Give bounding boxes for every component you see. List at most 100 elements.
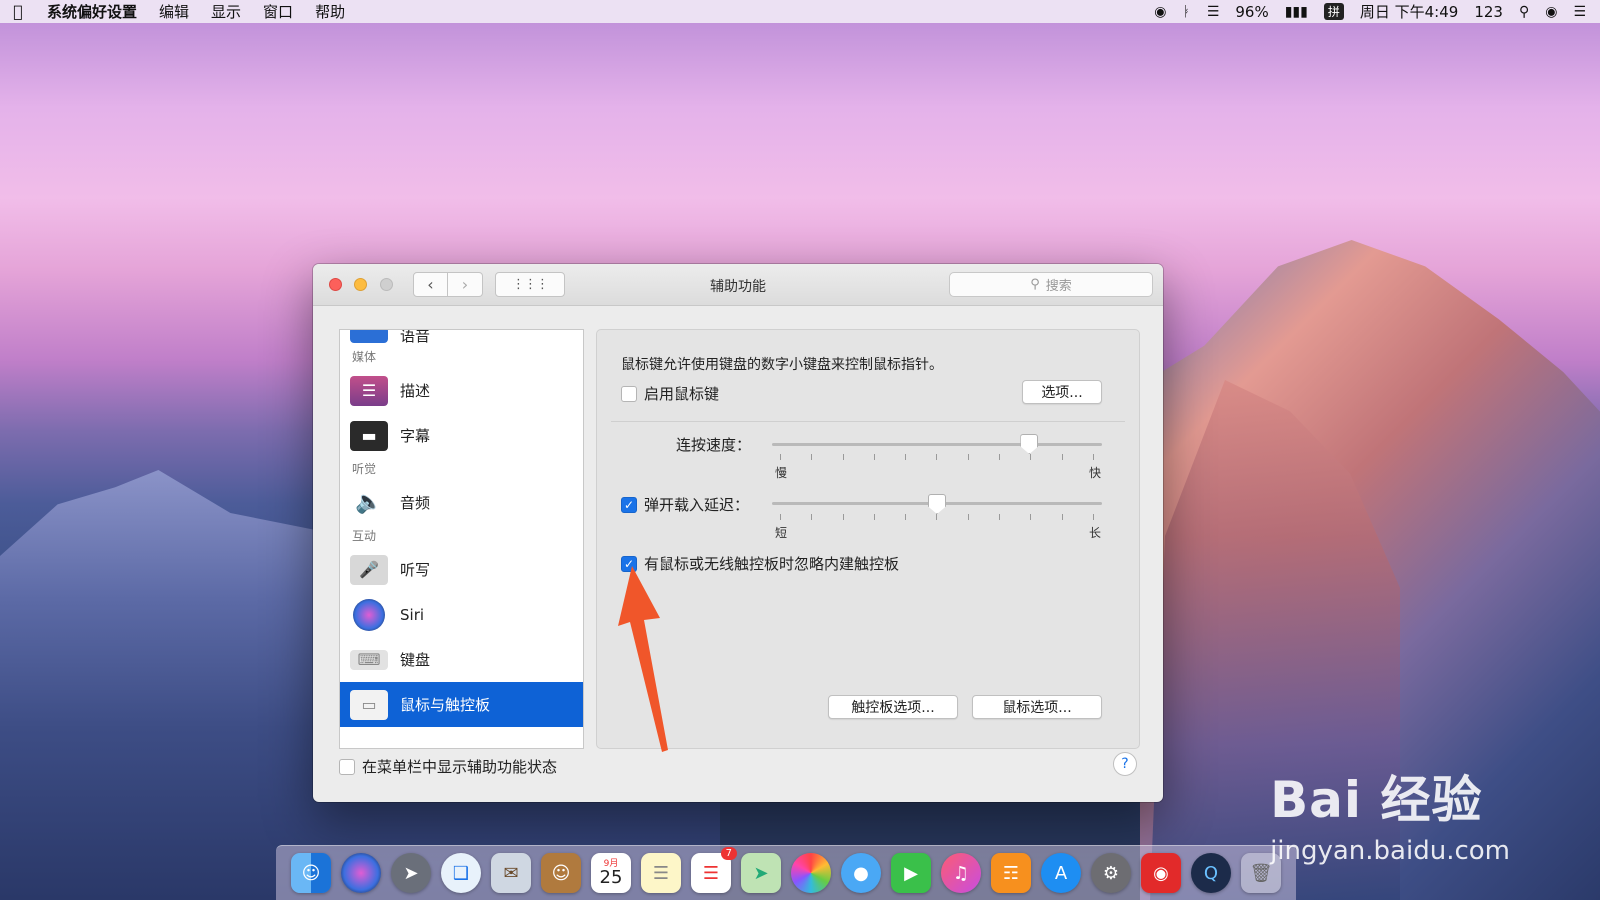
repeat-speed-slider-track[interactable] [772, 443, 1102, 446]
section-hearing: 听觉 [352, 462, 377, 476]
spotlight-search-icon[interactable]: ⚲ [1519, 4, 1529, 20]
books-icon[interactable]: ☶ [991, 853, 1031, 893]
launchpad-icon[interactable]: ➤ [391, 853, 431, 893]
battery-icon[interactable]: ▮▮▮ [1285, 4, 1308, 20]
photos-icon[interactable] [791, 853, 831, 893]
sidebar-item-label: 字幕 [400, 427, 431, 445]
sidebar-item-label: Siri [400, 605, 425, 624]
contacts-icon[interactable]: ☺ [541, 853, 581, 893]
finder-icon[interactable]: ☺ [291, 853, 331, 893]
siri-icon[interactable]: ◉ [1545, 4, 1557, 20]
annotation-arrow [618, 566, 668, 752]
spring-delay-slider-knob[interactable] [928, 494, 946, 514]
menu-view[interactable]: 显示 [200, 1, 252, 22]
section-interaction: 互动 [352, 529, 377, 543]
microphone-icon: 🎤 [350, 554, 388, 585]
repeat-speed-min-label: 慢 [775, 466, 788, 480]
quicktime-icon[interactable]: Q [1191, 853, 1231, 893]
facetime-icon[interactable]: ▶ [891, 853, 931, 893]
safari-icon[interactable]: ❑ [441, 853, 481, 893]
trackpad-options-button[interactable]: 触控板选项... [828, 695, 958, 719]
ignore-trackpad-label: 有鼠标或无线触控板时忽略内建触控板 [644, 555, 900, 573]
title-bar: ‹ › ⋮⋮⋮ 辅助功能 ⚲ 搜索 [313, 264, 1163, 306]
bluetooth-icon[interactable]: ᛓ [1182, 4, 1190, 20]
watermark-brand: Bai 经验 [1270, 771, 1483, 829]
mouse-trackpad-icon: ▭ [350, 689, 388, 720]
sidebar-item-label: 语音 [400, 329, 431, 345]
sidebar-item-dictation[interactable]: 🎤 听写 [340, 547, 583, 592]
menu-app-name[interactable]: 系统偏好设置 [36, 1, 148, 22]
mouse-keys-options-button[interactable]: 选项... [1022, 380, 1102, 404]
sidebar-item-label: 描述 [400, 382, 431, 400]
show-status-label: 在菜单栏中显示辅助功能状态 [362, 758, 558, 776]
calendar-icon[interactable]: 9月 25 [591, 853, 631, 893]
sidebar-item-descriptions[interactable]: ☰ 描述 [340, 368, 583, 413]
spring-delay-label: 弹开载入延迟： [644, 496, 750, 514]
spring-delay-checkbox[interactable]: ✓ [621, 496, 637, 513]
repeat-speed-slider-knob[interactable] [1020, 434, 1039, 454]
enable-mouse-keys-row[interactable]: 启用鼠标键 [621, 383, 719, 404]
battery-percent: 96% [1235, 2, 1269, 21]
search-icon: ⚲ [1030, 277, 1040, 292]
spring-delay-row[interactable]: ✓ 弹开载入延迟： [621, 494, 749, 515]
watermark-url: jingyan.baidu.com [1270, 836, 1510, 866]
reminders-badge: 7 [720, 847, 737, 860]
mouse-keys-description: 鼠标键允许使用键盘的数字小键盘来控制鼠标指针。 [621, 357, 943, 373]
sidebar-item-siri[interactable]: Siri [340, 592, 583, 637]
app-store-icon[interactable]: A [1041, 853, 1081, 893]
sidebar-item-speech[interactable]: 语音 [340, 329, 583, 346]
sidebar-item-label: 键盘 [400, 651, 431, 669]
accessibility-window: ‹ › ⋮⋮⋮ 辅助功能 ⚲ 搜索 语音 媒体 ☰ 描述 ▬ 字幕 听觉 🔈 音… [313, 264, 1163, 802]
spring-delay-ticks [780, 514, 1094, 522]
enable-mouse-keys-label: 启用鼠标键 [644, 385, 720, 403]
messages-icon[interactable]: ● [841, 853, 881, 893]
siri-dock-icon[interactable] [341, 853, 381, 893]
apple-menu-icon[interactable]:  [0, 2, 36, 21]
captions-icon: ▬ [350, 420, 388, 451]
menu-help[interactable]: 帮助 [304, 1, 356, 22]
system-preferences-icon[interactable]: ⚙ [1091, 853, 1131, 893]
repeat-speed-label: 连按速度： [676, 436, 752, 454]
descriptions-icon: ☰ [350, 375, 388, 406]
spring-delay-max-label: 长 [1089, 526, 1102, 540]
show-status-row[interactable]: 在菜单栏中显示辅助功能状态 [339, 756, 557, 777]
divider [611, 421, 1125, 422]
reminders-icon[interactable]: ☰ 7 [691, 847, 737, 893]
sidebar-item-keyboard[interactable]: ⌨ 键盘 [340, 637, 583, 682]
sidebar-item-label: 听写 [400, 561, 431, 579]
screen-record-icon[interactable]: ◉ [1154, 4, 1166, 20]
mail-icon[interactable]: ✉ [491, 853, 531, 893]
sidebar-item-audio[interactable]: 🔈 音频 [340, 480, 583, 525]
sidebar-item-label: 鼠标与触控板 [400, 696, 491, 714]
menu-edit[interactable]: 编辑 [148, 1, 200, 22]
search-placeholder: 搜索 [1045, 279, 1072, 294]
speaker-icon: 🔈 [355, 490, 383, 515]
spring-delay-min-label: 短 [775, 526, 788, 540]
menu-clock[interactable]: 周日 下午4:49 [1360, 1, 1458, 22]
mouse-options-button[interactable]: 鼠标选项... [972, 695, 1102, 719]
keyboard-icon: ⌨ [350, 649, 388, 670]
wifi-icon[interactable]: ☰ [1207, 4, 1220, 20]
menu-input-label[interactable]: 123 [1474, 3, 1503, 21]
sidebar-item-captions[interactable]: ▬ 字幕 [340, 413, 583, 458]
category-list[interactable]: 语音 媒体 ☰ 描述 ▬ 字幕 听觉 🔈 音频 互动 🎤 听写 Siri ⌨ 键… [339, 329, 584, 749]
calendar-day: 25 [599, 866, 623, 888]
dock: ☺ ➤ ❑ ✉ ☺ 9月 25 ☰ ☰ 7 ➤ ● ▶ ♫ ☶ A ⚙ ◉ Q … [276, 845, 1296, 900]
music-icon[interactable]: ♫ [941, 853, 981, 893]
search-field[interactable]: ⚲ 搜索 [949, 272, 1153, 297]
help-button[interactable]: ? [1113, 752, 1137, 776]
notification-center-icon[interactable]: ☰ [1573, 4, 1586, 20]
speech-icon [350, 330, 388, 343]
input-method-icon[interactable]: 拼 [1323, 3, 1344, 20]
section-media: 媒体 [352, 350, 377, 364]
maps-icon[interactable]: ➤ [741, 853, 781, 893]
menu-bar:  系统偏好设置 编辑 显示 窗口 帮助 ◉ ᛓ ☰ 96% ▮▮▮ 拼 周日 … [0, 0, 1600, 23]
menu-window[interactable]: 窗口 [252, 1, 304, 22]
netease-music-icon[interactable]: ◉ [1141, 853, 1181, 893]
sidebar-item-mouse-trackpad[interactable]: ▭ 鼠标与触控板 [340, 682, 583, 727]
enable-mouse-keys-checkbox[interactable] [621, 385, 637, 402]
show-status-checkbox[interactable] [339, 758, 355, 775]
repeat-speed-ticks [780, 454, 1094, 462]
notes-icon[interactable]: ☰ [641, 853, 681, 893]
baidu-watermark: Bai 经验 jingyan.baidu.com [1270, 760, 1510, 866]
